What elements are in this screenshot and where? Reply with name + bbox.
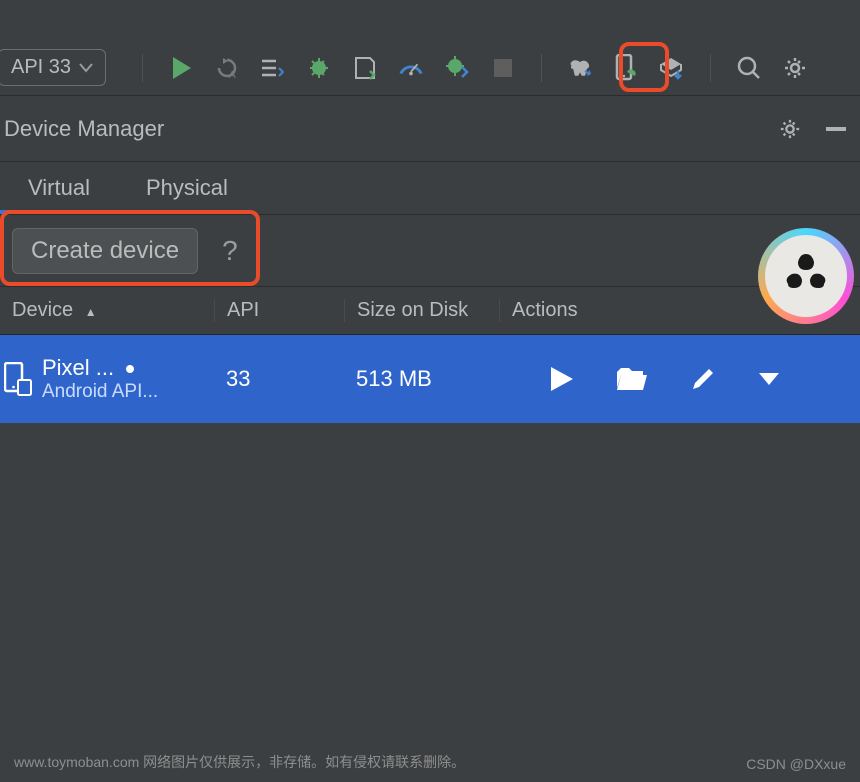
- panel-header-actions: [778, 117, 848, 141]
- spinner-logo-icon: [778, 248, 834, 304]
- device-cell: Pixel ... Android API...: [0, 355, 214, 403]
- tab-virtual[interactable]: Virtual: [0, 162, 118, 214]
- table-header: Device ▲ API Size on Disk Actions: [0, 287, 860, 335]
- tab-label: Physical: [146, 175, 228, 201]
- logo-badge: [758, 228, 854, 324]
- device-subtitle: Android API...: [42, 381, 158, 403]
- watermark-text: CSDN @DXxue: [746, 756, 846, 772]
- create-device-row: Create device ?: [0, 215, 860, 287]
- panel-title: Device Manager: [4, 116, 164, 142]
- tab-physical[interactable]: Physical: [118, 162, 256, 214]
- create-device-button[interactable]: Create device: [12, 228, 198, 274]
- column-header-size[interactable]: Size on Disk: [344, 299, 499, 322]
- logo-badge-inner: [765, 235, 847, 317]
- search-icon[interactable]: [737, 56, 761, 80]
- device-tabs: Virtual Physical: [0, 162, 860, 215]
- stop-icon[interactable]: [491, 56, 515, 80]
- edit-pencil-icon[interactable]: [691, 367, 715, 391]
- column-header-api[interactable]: API: [214, 299, 344, 322]
- size-cell: 513 MB: [344, 366, 499, 392]
- run-icon[interactable]: [169, 56, 193, 80]
- separator: [142, 54, 143, 82]
- api-cell: 33: [214, 366, 344, 392]
- th-label: Actions: [512, 299, 578, 321]
- sort-ascending-icon: ▲: [85, 305, 97, 319]
- separator: [541, 54, 542, 82]
- api-level-label: API 33: [11, 56, 71, 79]
- restart-icon[interactable]: A: [215, 56, 239, 80]
- main-toolbar: API 33 A: [0, 0, 860, 96]
- svg-text:A: A: [229, 70, 236, 80]
- device-manager-icon[interactable]: [614, 56, 638, 80]
- tab-label: Virtual: [28, 175, 90, 201]
- device-name: Pixel ...: [42, 355, 114, 380]
- debug-icon[interactable]: [307, 56, 331, 80]
- th-label: Device: [12, 299, 73, 321]
- folder-open-icon[interactable]: [617, 368, 647, 390]
- api-level-dropdown[interactable]: API 33: [0, 49, 106, 86]
- separator: [710, 54, 711, 82]
- panel-settings-icon[interactable]: [778, 117, 802, 141]
- dropdown-arrow-icon[interactable]: [759, 373, 779, 385]
- table-row[interactable]: Pixel ... Android API... 33 513 MB: [0, 335, 860, 423]
- profiler-icon[interactable]: [399, 56, 423, 80]
- button-label: Create device: [31, 237, 179, 264]
- help-icon[interactable]: ?: [222, 235, 238, 267]
- column-header-device[interactable]: Device ▲: [0, 299, 214, 322]
- list-icon[interactable]: [261, 56, 285, 80]
- actions-cell: [499, 367, 860, 391]
- th-label: Size on Disk: [357, 299, 468, 321]
- th-label: API: [227, 299, 259, 321]
- footer-text: www.toymoban.com 网络图片仅供展示，非存储。如有侵权请联系删除。: [14, 752, 465, 772]
- phone-icon: [4, 362, 32, 396]
- settings-gear-icon[interactable]: [783, 56, 807, 80]
- minimize-icon[interactable]: [824, 117, 848, 141]
- toolbar-actions: A: [138, 54, 807, 82]
- status-dot-icon: [126, 365, 134, 373]
- apply-changes-icon[interactable]: [445, 56, 469, 80]
- chevron-down-icon: [79, 63, 93, 73]
- device-text: Pixel ... Android API...: [42, 355, 158, 403]
- play-icon[interactable]: [551, 367, 573, 391]
- gradle-elephant-icon[interactable]: [568, 56, 592, 80]
- sdk-manager-icon[interactable]: [660, 56, 684, 80]
- coverage-icon[interactable]: [353, 56, 377, 80]
- panel-header: Device Manager: [0, 96, 860, 162]
